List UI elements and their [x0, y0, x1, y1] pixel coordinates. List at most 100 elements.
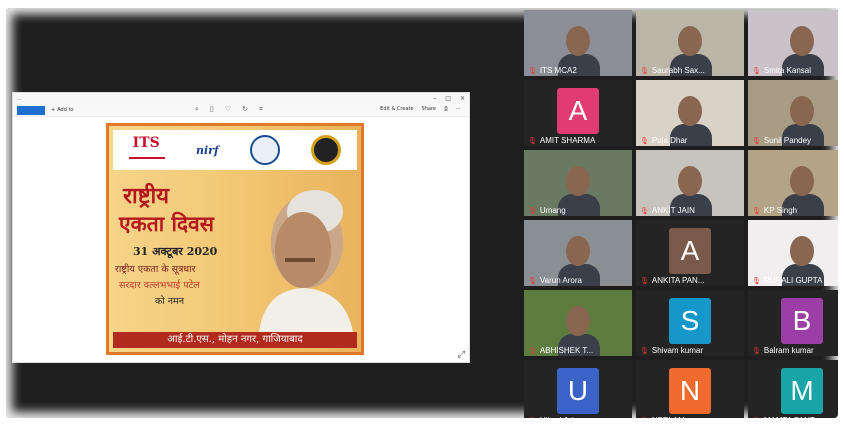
participant-avatar: M — [781, 368, 823, 414]
mic-muted-icon: 🎙︎ — [528, 207, 537, 215]
window-controls: – □ × — [433, 95, 465, 102]
participant-tile[interactable]: 🎙︎ Umang — [524, 150, 632, 216]
rotate-icon[interactable]: ↻ — [242, 105, 248, 114]
participant-tile[interactable]: 🎙︎ ITS MCA2 — [524, 10, 632, 76]
mic-muted-icon: 🎙︎ — [640, 67, 649, 75]
back-button[interactable] — [17, 105, 45, 115]
participant-tile[interactable]: N 🎙︎NEELAM — [636, 360, 744, 418]
participant-avatar: U — [557, 368, 599, 414]
participant-name: 🎙︎ Umang — [528, 206, 566, 215]
participant-tile[interactable]: A 🎙︎ AMIT SHARMA — [524, 80, 632, 146]
participant-tile[interactable]: U 🎙︎Ujjwal Jain — [524, 360, 632, 418]
participant-name: 🎙︎ Varun Arora — [528, 276, 582, 285]
participant-name-text: Shivam kumar — [651, 346, 704, 355]
poster-line2: सरदार वल्लभभाई पटेल — [119, 280, 200, 291]
mic-muted-icon: 🎙︎ — [528, 67, 537, 75]
mic-muted-icon: 🎙︎ — [752, 417, 761, 419]
quality-badge-icon — [311, 135, 342, 165]
participant-name-text: Puja Dhar — [651, 136, 688, 145]
participant-name: 🎙︎ RURALI GUPTA — [752, 276, 822, 285]
participant-avatar: S — [669, 298, 711, 344]
participant-tile[interactable]: A 🎙︎ ANKITA PAN... — [636, 220, 744, 286]
mic-muted-icon: 🎙︎ — [752, 67, 761, 75]
participant-tile[interactable]: 🎙︎ Varun Arora — [524, 220, 632, 286]
participant-tile[interactable]: M 🎙︎MAMTA PANT — [748, 360, 838, 418]
participant-avatar: B — [781, 298, 823, 344]
delete-icon[interactable]: ▯ — [210, 105, 214, 114]
file-name: ... — [17, 95, 22, 102]
favorite-icon[interactable]: ♡ — [225, 105, 231, 114]
share-button[interactable]: Share — [422, 106, 436, 112]
close-icon[interactable]: × — [460, 95, 465, 102]
logo-strip: ITS nirf — [113, 130, 357, 170]
participant-tile[interactable]: 🎙︎ Sunil Pandey — [748, 80, 838, 146]
plus-icon: + — [51, 107, 56, 113]
participant-name: 🎙︎ Balram kumar — [752, 346, 814, 355]
maximize-icon[interactable]: □ — [445, 95, 451, 102]
minimize-icon[interactable]: – — [433, 95, 436, 102]
participant-tile[interactable]: 🎙︎ ANKIT JAIN — [636, 150, 744, 216]
its-logo-text: ITS — [132, 135, 160, 151]
participant-tile[interactable]: 🎙︎ KP Singh — [748, 150, 838, 216]
poster-date: 31 अक्टूबर 2020 — [133, 245, 218, 258]
participant-name-text: AMIT SHARMA — [539, 136, 596, 145]
photos-title-bar: ... – □ × — [13, 93, 469, 104]
participant-name-text: Smita Kansal — [763, 66, 812, 75]
add-to-label: Add to — [57, 107, 74, 113]
edit-create-button[interactable]: Edit & Create — [380, 106, 413, 112]
participant-name: 🎙︎ Sunil Pandey — [752, 136, 811, 145]
mic-muted-icon: 🎙︎ — [528, 417, 537, 419]
print-icon[interactable]: ⎙ — [444, 106, 448, 112]
participant-tile[interactable]: 🎙︎ RURALI GUPTA — [748, 220, 838, 286]
participant-name-text: ITS MCA2 — [539, 66, 577, 75]
mic-muted-icon: 🎙︎ — [640, 137, 649, 145]
participant-tile[interactable]: 🎙︎ Smita Kansal — [748, 10, 838, 76]
emblem-seal-icon — [250, 135, 280, 165]
image-viewport: ITS nirf राष्ट्रीय एकता दिवस 31 अक्टूबर … — [13, 117, 469, 362]
mic-muted-icon: 🎙︎ — [528, 347, 537, 355]
fullscreen-icon[interactable]: ⤢ — [458, 350, 465, 360]
participant-name-text: Sunil Pandey — [763, 136, 812, 145]
mic-muted-icon: 🎙︎ — [640, 207, 649, 215]
poster-title-line2: एकता दिवस — [119, 211, 214, 236]
more-icon[interactable]: ⋯ — [456, 106, 461, 112]
mic-muted-icon: 🎙︎ — [752, 137, 761, 145]
participant-name: 🎙︎ Smita Kansal — [752, 66, 811, 75]
shared-screen: ... – □ × + Add to ⌕ ▯ ♡ ↻ ⌗ Edit & Crea… — [12, 92, 470, 363]
mic-muted-icon: 🎙︎ — [752, 347, 761, 355]
participant-name-text: ABHISHEK T... — [539, 346, 594, 355]
mic-muted-icon: 🎙︎ — [640, 277, 649, 285]
mic-muted-icon: 🎙︎ — [528, 137, 537, 145]
participant-tile[interactable]: B 🎙︎ Balram kumar — [748, 290, 838, 356]
crop-icon[interactable]: ⌗ — [259, 105, 263, 114]
participant-name-text: Saurabh Sax... — [651, 66, 705, 75]
participant-tile[interactable]: S 🎙︎ Shivam kumar — [636, 290, 744, 356]
participant-name: 🎙︎NEELAM — [640, 416, 685, 418]
toolbar-right: Edit & Create Share ⎙ ⋯ — [380, 106, 461, 112]
participant-tile[interactable]: 🎙︎ ABHISHEK T... — [524, 290, 632, 356]
participant-name: 🎙︎ ANKIT JAIN — [640, 206, 695, 215]
participant-avatar: N — [669, 368, 711, 414]
participant-name: 🎙︎ ITS MCA2 — [528, 66, 577, 75]
participant-name-text: MAMTA PANT — [764, 416, 815, 418]
participant-tile[interactable]: 🎙︎ Saurabh Sax... — [636, 10, 744, 76]
participant-name-text: Varun Arora — [539, 276, 582, 285]
poster-title-line1: राष्ट्रीय — [123, 183, 170, 209]
zoom-icon[interactable]: ⌕ — [195, 105, 199, 114]
mic-muted-icon: 🎙︎ — [640, 347, 649, 355]
ekta-diwas-poster: ITS nirf राष्ट्रीय एकता दिवस 31 अक्टूबर … — [106, 123, 364, 355]
participant-name-text: ANKITA PAN... — [651, 276, 705, 285]
mic-muted-icon: 🎙︎ — [752, 207, 761, 215]
nirf-logo: nirf — [196, 144, 219, 157]
poster-line3: को नमन — [155, 296, 185, 307]
participant-name-text: Ujjwal Jain — [540, 416, 578, 418]
participant-name: 🎙︎ ANKITA PAN... — [640, 276, 705, 285]
participant-tile[interactable]: 🎙︎ Puja Dhar — [636, 80, 744, 146]
its-logo: ITS — [128, 135, 165, 165]
poster-line1: राष्ट्रीय एकता के सूत्रधार — [115, 264, 196, 275]
mic-muted-icon: 🎙︎ — [640, 417, 649, 419]
participant-name-text: RURALI GUPTA — [763, 276, 823, 285]
participant-name-text: KP Singh — [763, 206, 798, 215]
add-to-button[interactable]: + Add to — [51, 107, 74, 113]
participant-name: 🎙︎ Puja Dhar — [640, 136, 687, 145]
